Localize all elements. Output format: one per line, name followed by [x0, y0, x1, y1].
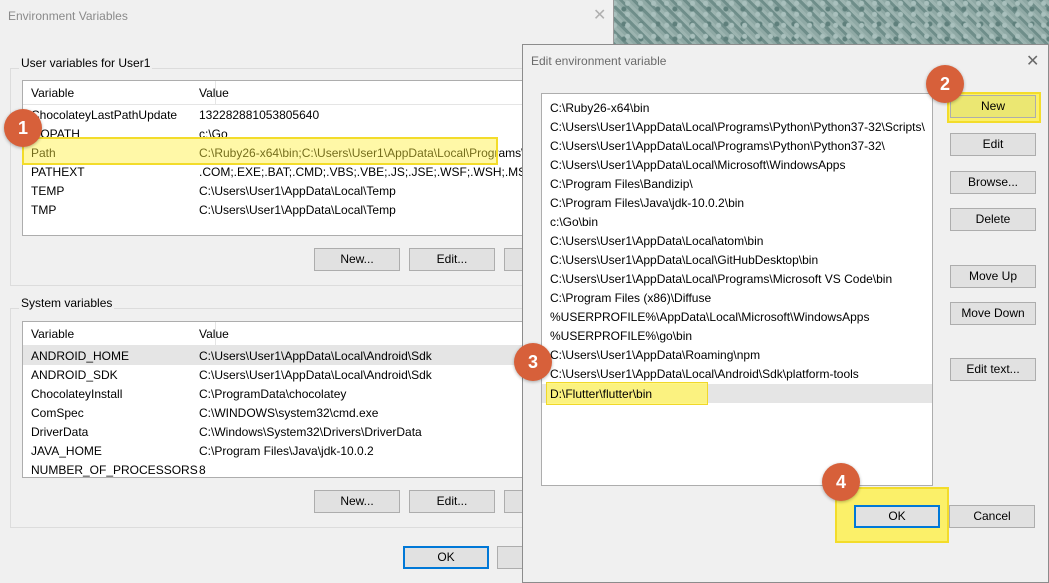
step-badge-1: 1 [4, 109, 42, 147]
close-icon[interactable]: ✕ [593, 5, 606, 25]
move-down-button[interactable]: Move Down [950, 302, 1036, 325]
user-edit-button[interactable]: Edit... [409, 248, 495, 271]
close-icon[interactable]: ✕ [1026, 51, 1039, 71]
browse-button[interactable]: Browse... [950, 171, 1036, 194]
column-value[interactable]: Value [199, 86, 229, 100]
window-title: Environment Variables [8, 9, 128, 23]
step-badge-2: 2 [926, 65, 964, 103]
system-edit-button[interactable]: Edit... [409, 490, 495, 513]
edit-environment-variable-dialog: Edit environment variable ✕ C:\Ruby26-x6… [522, 44, 1049, 583]
ok-button[interactable]: OK [403, 546, 489, 569]
dialog-ok-button[interactable]: OK [854, 505, 940, 528]
new-button[interactable]: New [950, 95, 1036, 118]
column-variable[interactable]: Variable [31, 86, 74, 100]
dialog-cancel-button[interactable]: Cancel [949, 505, 1035, 528]
dialog-title: Edit environment variable [531, 54, 667, 68]
system-variables-label: System variables [19, 296, 115, 310]
move-up-button[interactable]: Move Up [950, 265, 1036, 288]
column-variable[interactable]: Variable [31, 327, 74, 341]
step-badge-4: 4 [822, 463, 860, 501]
path-row-highlight [22, 137, 498, 165]
column-value[interactable]: Value [199, 327, 229, 341]
step-badge-3: 3 [514, 343, 552, 381]
edit-button[interactable]: Edit [950, 133, 1036, 156]
system-new-button[interactable]: New... [314, 490, 400, 513]
edit-text-button[interactable]: Edit text... [950, 358, 1036, 381]
delete-button[interactable]: Delete [950, 208, 1036, 231]
path-entries-list[interactable]: C:\Ruby26-x64\bin C:\Users\User1\AppData… [541, 93, 933, 486]
user-variables-label: User variables for User1 [19, 56, 153, 70]
user-new-button[interactable]: New... [314, 248, 400, 271]
